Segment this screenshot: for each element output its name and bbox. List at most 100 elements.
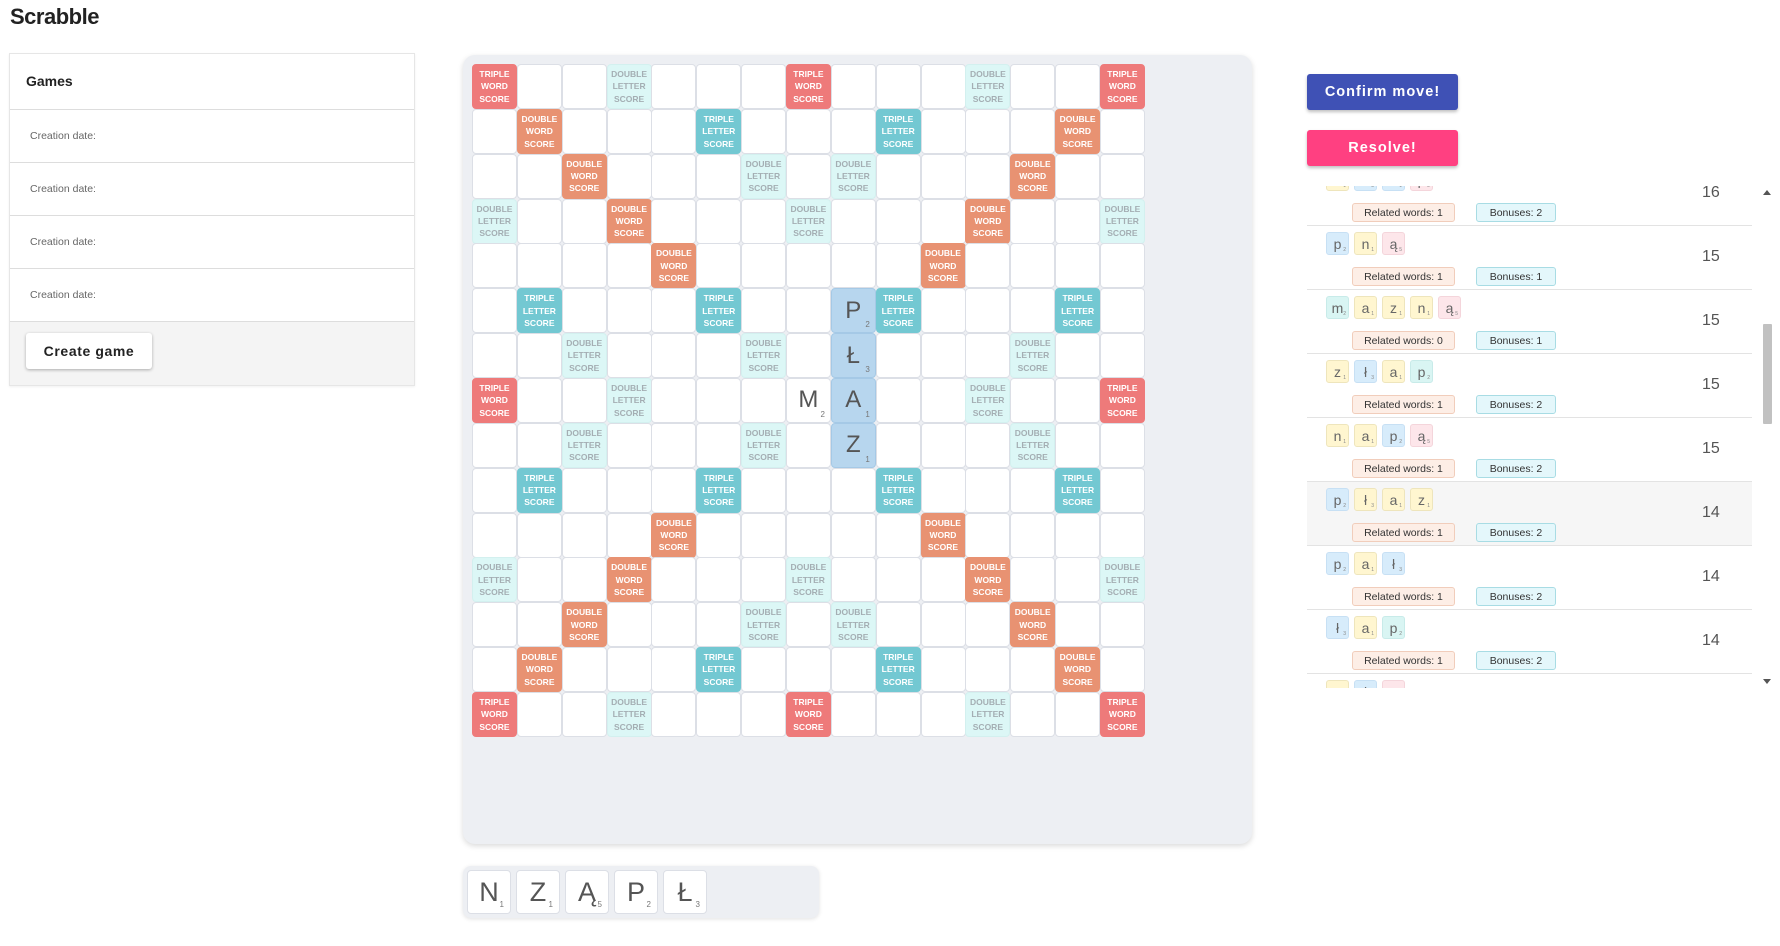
board-cell[interactable]: [785, 153, 831, 199]
board-cell-double-letter[interactable]: Double Letter Score: [561, 422, 607, 468]
board-cell[interactable]: [606, 153, 652, 199]
suggestion-item[interactable]: n 1 a 1 p 2 ą 5 Related words: 1 Bonuses: 2 15: [1307, 418, 1752, 482]
board-cell[interactable]: [1010, 377, 1056, 423]
board-cell-triple-letter[interactable]: Triple Letter Score: [696, 288, 742, 334]
board-cell[interactable]: [741, 467, 787, 513]
board-cell[interactable]: [785, 108, 831, 154]
board-cell-double-letter[interactable]: Double Letter Score: [741, 153, 787, 199]
board-cell[interactable]: [472, 243, 517, 289]
board-cell[interactable]: [1010, 64, 1056, 109]
board-cell[interactable]: [651, 557, 697, 603]
board-cell[interactable]: [561, 108, 607, 154]
board-cell-double-letter[interactable]: Double Letter Score: [741, 333, 787, 379]
board-cell[interactable]: [1055, 198, 1101, 244]
board-cell[interactable]: [516, 198, 562, 244]
suggestion-item[interactable]: z1ł3a1p2Related words: 1Bonuses: 216: [1307, 186, 1752, 226]
board-cell-double-letter[interactable]: Double Letter Score: [561, 333, 607, 379]
board-cell[interactable]: [965, 602, 1011, 648]
board-cell[interactable]: [1010, 243, 1056, 289]
suggestion-item[interactable]: p 2 n 1 ą 5 Related words: 1 Bonuses: 1 15: [1307, 226, 1752, 290]
rack-tile[interactable]: N1: [467, 870, 511, 914]
board-cell-triple-word[interactable]: Triple Word Score: [1099, 377, 1145, 423]
board-cell-double-word[interactable]: Double Word Score: [965, 557, 1011, 603]
board-cell[interactable]: [696, 377, 742, 423]
board-cell[interactable]: [651, 198, 697, 244]
board-cell[interactable]: [741, 288, 787, 334]
board-tile[interactable]: Z1: [830, 422, 876, 468]
board-cell-double-word[interactable]: Double Word Score: [651, 512, 697, 558]
board-cell[interactable]: [651, 64, 697, 109]
board-cell[interactable]: [1099, 153, 1145, 199]
board-cell-triple-word[interactable]: Triple Word Score: [472, 377, 517, 423]
board-cell[interactable]: [651, 467, 697, 513]
rack-tile[interactable]: P2: [614, 870, 658, 914]
board-cell-double-letter[interactable]: Double Letter Score: [1099, 557, 1145, 603]
board-cell-double-letter[interactable]: Double Letter Score: [741, 422, 787, 468]
suggestion-item[interactable]: z 1 ł 3 a 1 p 2 Related words: 1 Bonuses: 2 15: [1307, 354, 1752, 418]
board-cell[interactable]: [651, 377, 697, 423]
board-cell-double-letter[interactable]: Double Letter Score: [965, 377, 1011, 423]
board-cell[interactable]: [741, 512, 787, 558]
board-cell[interactable]: [696, 691, 742, 737]
board-cell[interactable]: [920, 602, 966, 648]
board-tile[interactable]: P2: [830, 288, 876, 334]
board-cell[interactable]: [516, 64, 562, 109]
board-cell[interactable]: [920, 64, 966, 109]
board-cell[interactable]: [1099, 243, 1145, 289]
board-cell[interactable]: [696, 64, 742, 109]
suggestion-item[interactable]: p 2 a 1 ł 3 Related words: 1 Bonuses: 2 14: [1307, 546, 1752, 610]
board-cell[interactable]: [830, 198, 876, 244]
resolve-button[interactable]: Resolve!: [1307, 130, 1458, 166]
board-tile[interactable]: A1: [830, 377, 876, 423]
board-cell[interactable]: [606, 288, 652, 334]
board-cell-triple-word[interactable]: Triple Word Score: [1099, 691, 1145, 737]
board-cell[interactable]: [875, 153, 921, 199]
board-cell[interactable]: [651, 602, 697, 648]
board-cell[interactable]: [606, 467, 652, 513]
board-cell[interactable]: [516, 691, 562, 737]
board-cell-triple-word[interactable]: Triple Word Score: [1099, 64, 1145, 109]
board-cell[interactable]: [696, 333, 742, 379]
board-cell[interactable]: [830, 557, 876, 603]
board-cell[interactable]: [1055, 602, 1101, 648]
board-cell[interactable]: [785, 467, 831, 513]
board-cell-double-letter[interactable]: Double Letter Score: [1010, 333, 1056, 379]
board-cell[interactable]: [516, 422, 562, 468]
board-cell[interactable]: [965, 647, 1011, 693]
board-cell[interactable]: [651, 153, 697, 199]
board-cell[interactable]: [920, 333, 966, 379]
board-cell[interactable]: [696, 198, 742, 244]
board-cell[interactable]: [606, 512, 652, 558]
board-cell[interactable]: [830, 64, 876, 109]
board-cell-double-word[interactable]: Double Word Score: [606, 198, 652, 244]
confirm-move-button[interactable]: Confirm move!: [1307, 74, 1458, 110]
board-cell[interactable]: [472, 647, 517, 693]
board-cell[interactable]: [606, 108, 652, 154]
board-cell[interactable]: [561, 64, 607, 109]
board-cell-triple-letter[interactable]: Triple Letter Score: [875, 108, 921, 154]
board-cell[interactable]: [875, 422, 921, 468]
board-cell[interactable]: [516, 377, 562, 423]
board-cell[interactable]: [875, 512, 921, 558]
board-cell[interactable]: [1099, 467, 1145, 513]
board-cell-double-word[interactable]: Double Word Score: [516, 108, 562, 154]
board-cell[interactable]: [875, 198, 921, 244]
board-cell[interactable]: [965, 288, 1011, 334]
board-cell[interactable]: [606, 647, 652, 693]
board-cell[interactable]: [741, 243, 787, 289]
board-cell[interactable]: [516, 602, 562, 648]
board-cell[interactable]: [516, 333, 562, 379]
board-cell-triple-letter[interactable]: Triple Letter Score: [696, 108, 742, 154]
board-cell[interactable]: [741, 377, 787, 423]
board-cell[interactable]: [606, 243, 652, 289]
board-cell-double-letter[interactable]: Double Letter Score: [1099, 198, 1145, 244]
board-cell[interactable]: [561, 377, 607, 423]
board-cell[interactable]: [472, 602, 517, 648]
board-cell[interactable]: [1010, 512, 1056, 558]
board-cell[interactable]: [561, 198, 607, 244]
board-cell-double-letter[interactable]: Double Letter Score: [606, 377, 652, 423]
board-cell[interactable]: [516, 557, 562, 603]
board-cell[interactable]: [785, 512, 831, 558]
board-cell[interactable]: [696, 153, 742, 199]
board-cell[interactable]: [1055, 377, 1101, 423]
